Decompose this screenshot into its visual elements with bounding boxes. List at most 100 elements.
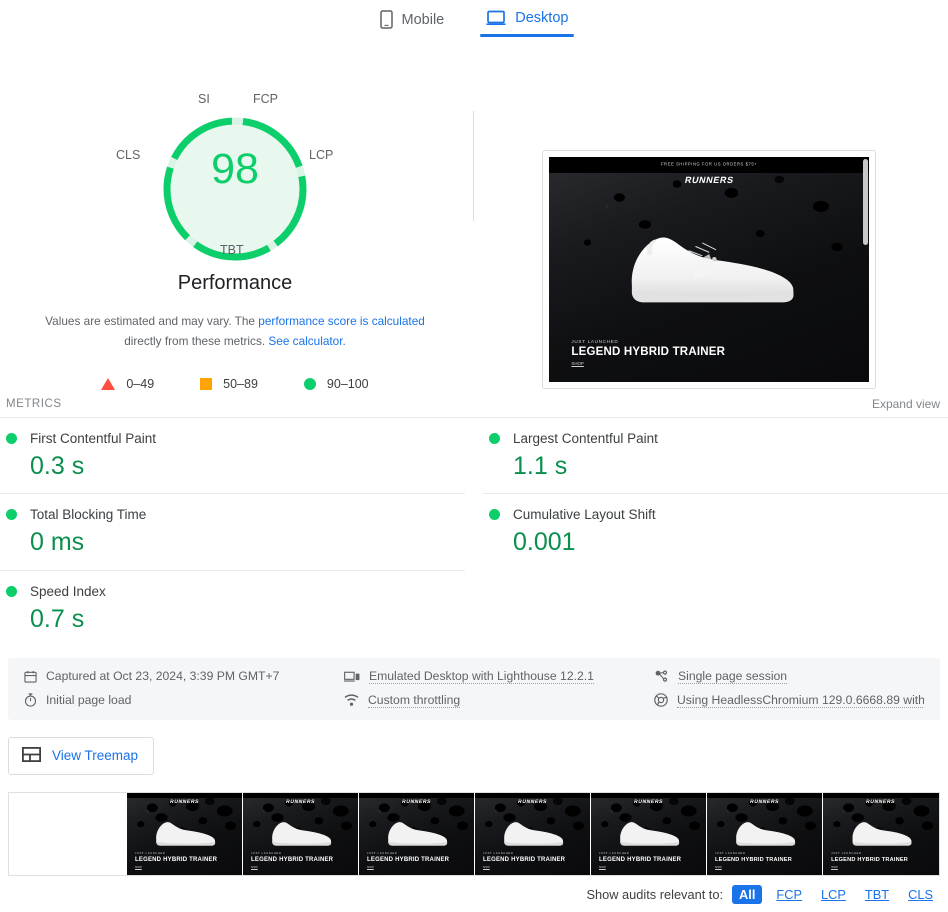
hero-title: LEGEND HYBRID TRAINER: [251, 857, 334, 864]
hero-brand-text: RUNNERS: [517, 799, 548, 806]
filter-chip-all[interactable]: All: [732, 885, 763, 904]
filter-chip-tbt[interactable]: TBT: [860, 885, 894, 904]
hero-title: LEGEND HYBRID TRAINER: [135, 857, 218, 864]
metric-value: 0.3 s: [30, 452, 85, 480]
metric-largest-contentful-paint[interactable]: Largest Contentful Paint 1.1 s: [483, 418, 948, 495]
calendar-icon: [24, 670, 37, 683]
legend-range-fail: 0–49: [126, 377, 155, 391]
view-treemap-button[interactable]: View Treemap: [8, 736, 155, 775]
hero-caption: JUST LAUNCHED LEGEND HYBRID TRAINER SHOP: [251, 852, 333, 869]
circle-icon: [303, 378, 316, 390]
treemap-row: View Treemap: [0, 720, 948, 775]
hero-caption: JUST LAUNCHED LEGEND HYBRID TRAINER SHOP: [367, 852, 449, 869]
filmstrip-frame[interactable]: RUNNERS JUST LAUNCHED LEGEND HYBRID TRAI…: [241, 792, 358, 875]
filmstrip: RUNNERS JUST LAUNCHED LEGEND HYBRID TRAI…: [8, 791, 940, 876]
hero-caption: JUST LAUNCHED LEGEND HYBRID TRAINER SHOP: [135, 852, 217, 869]
filmstrip-frame[interactable]: RUNNERS JUST LAUNCHED LEGEND HYBRID TRAI…: [589, 792, 706, 875]
hero-brand-text: RUNNERS: [865, 799, 897, 806]
shoe-illustration: [631, 237, 794, 302]
stopwatch-icon: [24, 693, 37, 707]
env-text: Emulated Desktop with Lighthouse 12.2.1: [369, 668, 594, 684]
filter-chip-lcp[interactable]: LCP: [816, 885, 851, 904]
hero-caption: JUST LAUNCHED LEGEND HYBRID TRAINER SHOP: [715, 852, 792, 869]
env-text: Custom throttling: [368, 692, 461, 708]
final-screenshot-column: FREE SHIPPING FOR US ORDERS $75+ RUNNERS: [470, 90, 948, 391]
env-user-agent[interactable]: Using HeadlessChromium 129.0.6668.89 wit…: [654, 693, 924, 708]
hero-shop-link[interactable]: SHOP: [571, 361, 725, 366]
hero-brand-logo: RUNNERS: [127, 799, 242, 805]
hero-brand-text: RUNNERS: [169, 799, 200, 806]
hero-brand-logo: RUNNERS: [591, 799, 706, 805]
status-dot-pass: [6, 585, 17, 597]
hero-title: LEGEND HYBRID TRAINER: [715, 857, 792, 864]
filmstrip-frame[interactable]: RUNNERS JUST LAUNCHED LEGEND HYBRID TRAI…: [821, 792, 939, 875]
performance-score: 98: [211, 145, 259, 193]
hero-ship-banner: FREE SHIPPING FOR US ORDERS $75+: [549, 157, 869, 173]
hero-shop-link: SHOP: [831, 866, 838, 870]
metric-first-contentful-paint[interactable]: First Contentful Paint 0.3 s: [0, 418, 465, 495]
hero-title: LEGEND HYBRID TRAINER: [367, 857, 450, 864]
filmstrip-frame[interactable]: RUNNERS JUST LAUNCHED LEGEND HYBRID TRAI…: [125, 792, 242, 875]
metrics-grid: First Contentful Paint 0.3 s Largest Con…: [0, 417, 948, 646]
gauge-label-si: SI: [198, 92, 210, 106]
env-throttling[interactable]: Custom throttling: [344, 693, 654, 708]
metric-name: First Contentful Paint: [30, 431, 157, 446]
filter-chip-cls[interactable]: CLS: [903, 885, 938, 904]
legend-item-fail: 0–49: [101, 377, 154, 391]
filter-chip-fcp[interactable]: FCP: [771, 885, 807, 904]
audit-filter-label: Show audits relevant to:: [586, 887, 724, 902]
hero-shop-link: SHOP: [715, 866, 722, 870]
env-text: Single page session: [678, 668, 788, 684]
see-calculator-link[interactable]: See calculator.: [268, 334, 345, 348]
metric-speed-index[interactable]: Speed Index 0.7 s: [0, 571, 465, 646]
hero-ship-banner: [590, 792, 706, 799]
shoe-illustration: [388, 821, 448, 846]
hero-caption: JUST LAUNCHED LEGEND HYBRID TRAINER SHOP: [599, 852, 681, 869]
filmstrip-frame[interactable]: [9, 792, 126, 875]
hero-caption: JUST LAUNCHED LEGEND HYBRID TRAINER SHOP: [831, 852, 908, 869]
disclaimer-text-1: Values are estimated and may vary. The: [45, 313, 259, 328]
legend-item-average: 50–89: [200, 377, 258, 391]
hero-title: LEGEND HYBRID TRAINER: [571, 346, 726, 359]
hero-ship-text: FREE SHIPPING FOR US ORDERS $75+: [660, 162, 758, 168]
final-screenshot-frame[interactable]: FREE SHIPPING FOR US ORDERS $75+ RUNNERS: [542, 150, 876, 389]
hero-ship-banner: [822, 792, 939, 799]
metric-cumulative-layout-shift[interactable]: Cumulative Layout Shift 0.001: [483, 494, 948, 570]
expand-view-toggle[interactable]: Expand view: [872, 397, 940, 411]
metric-name: Cumulative Layout Shift: [513, 507, 656, 523]
hero-brand-text: RUNNERS: [401, 799, 432, 806]
gauge-label-fcp: FCP: [253, 92, 278, 106]
throttling-icon: [344, 694, 359, 707]
final-screenshot-image: FREE SHIPPING FOR US ORDERS $75+ RUNNERS: [549, 157, 869, 382]
filmstrip-frame[interactable]: RUNNERS JUST LAUNCHED LEGEND HYBRID TRAI…: [705, 792, 822, 875]
score-gauge-column: 98 SI FCP CLS LCP TBT Performance Values…: [0, 90, 470, 391]
tab-desktop[interactable]: Desktop: [480, 6, 575, 37]
env-text: Initial page load: [46, 693, 132, 708]
env-page-load: Initial page load: [24, 693, 344, 708]
metric-total-blocking-time[interactable]: Total Blocking Time 0 ms: [0, 494, 465, 571]
status-dot-pass: [6, 509, 17, 521]
filmstrip-frame[interactable]: RUNNERS JUST LAUNCHED LEGEND HYBRID TRAI…: [357, 792, 474, 875]
hero-brand-text: RUNNERS: [683, 175, 735, 185]
hero-ship-banner: [242, 792, 358, 799]
status-dot-pass: [489, 433, 500, 444]
screenshot-scrollbar: [863, 159, 868, 245]
performance-gauge[interactable]: 98 SI FCP CLS LCP TBT: [116, 90, 350, 270]
filmstrip-frame[interactable]: RUNNERS JUST LAUNCHED LEGEND HYBRID TRAI…: [473, 792, 590, 875]
section-divider: [473, 111, 474, 221]
network-icon: [654, 670, 669, 683]
metric-name: Total Blocking Time: [30, 507, 147, 523]
hero-brand-logo: RUNNERS: [549, 175, 869, 185]
score-calculation-link[interactable]: performance score is calculated: [258, 314, 425, 328]
shoe-illustration: [504, 821, 564, 846]
metric-value: 0.001: [513, 528, 576, 557]
hero-brand-logo: RUNNERS: [475, 799, 590, 805]
hero-brand-text: RUNNERS: [633, 799, 664, 806]
tab-mobile[interactable]: Mobile: [374, 6, 451, 40]
hero-shop-link: SHOP: [367, 866, 374, 870]
env-session[interactable]: Single page session: [654, 669, 924, 684]
hero-kicker: JUST LAUNCHED: [483, 852, 514, 856]
disclaimer-text-2: directly from these metrics.: [124, 333, 269, 348]
metric-value: 1.1 s: [513, 452, 568, 480]
env-emulation[interactable]: Emulated Desktop with Lighthouse 12.2.1: [344, 669, 654, 684]
